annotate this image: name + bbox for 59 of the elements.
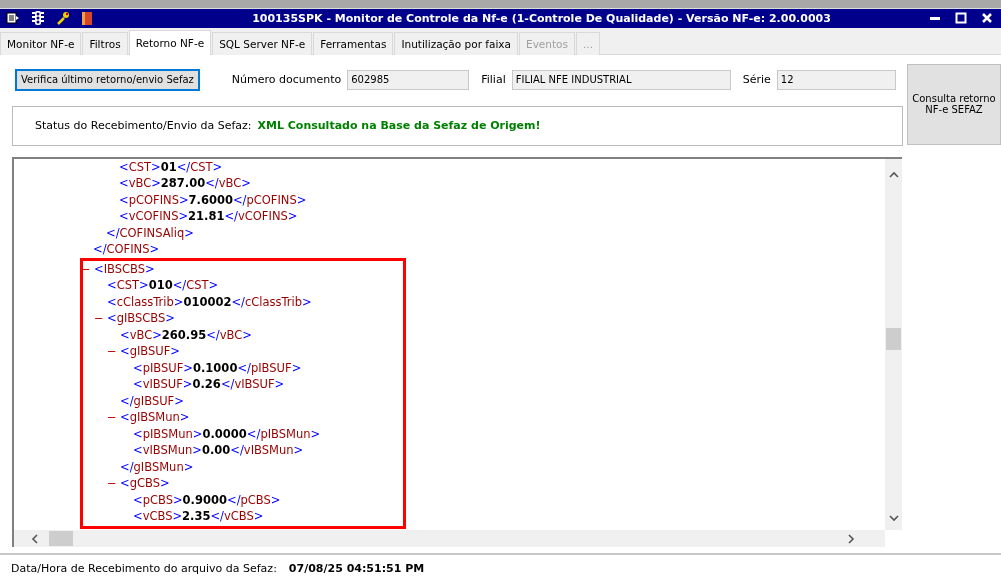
- tab[interactable]: Monitor NF-e: [0, 31, 82, 55]
- xml-line: <vIBSUF>0.26</vIBSUF>: [133, 376, 285, 393]
- vertical-scrollbar[interactable]: [885, 158, 902, 531]
- close-icon[interactable]: [981, 12, 993, 25]
- xml-line: <pIBSMun>0.0000</pIBSMun>: [133, 425, 321, 443]
- xml-line: </gIBSUF>: [120, 392, 184, 410]
- xml-line: </gIBSMun>: [120, 458, 194, 476]
- status-label: Status do Recebimento/Envio da Sefaz:: [35, 119, 252, 133]
- window-title: 100135SPK - Monitor de Controle da Nf-e (1-Controle De Qualidade) - Versão NF-e: 2.00.0003: [251, 11, 832, 25]
- xml-line: <pCOFINS>7.6000</pCOFINS>: [119, 191, 307, 209]
- tab[interactable]: Ferramentas: [313, 31, 394, 55]
- scroll-thumb[interactable]: [49, 531, 73, 547]
- footer-label: Data/Hora de Recebimento do arquivo da Sefaz:: [11, 561, 277, 575]
- xml-line: <IBSCBS>: [94, 260, 155, 278]
- wrench-icon[interactable]: [56, 11, 70, 26]
- xml-line: <CST>010</CST>: [107, 277, 219, 294]
- input-field[interactable]: 602985: [347, 69, 470, 90]
- input-field[interactable]: 12: [776, 69, 896, 90]
- maximize-icon[interactable]: [955, 12, 967, 25]
- collapse-toggle[interactable]: −: [107, 343, 120, 360]
- xml-line: <vIBSMun>0.00</vIBSMun>: [133, 442, 304, 459]
- verify-button[interactable]: Verifica último retorno/envio Sefaz: [15, 68, 200, 91]
- xml-line: <vBC>260.95</vBC>: [120, 326, 252, 344]
- xml-line: <vBC>287.00</vBC>: [119, 175, 251, 192]
- input-field[interactable]: FILIAL NFE INDUSTRIAL: [511, 69, 731, 90]
- xml-line: <vCOFINS>21.81</vCOFINS>: [119, 208, 298, 225]
- chevron-up-icon[interactable]: [888, 170, 899, 179]
- xml-line: </COFINS>: [93, 241, 160, 258]
- xml-line: <gIBSCBS>: [107, 310, 175, 327]
- xml-line: <gIBSUF>: [120, 343, 180, 360]
- xml-line: <CST>01</CST>: [119, 158, 223, 176]
- xml-line: </COFINSAliq>: [106, 224, 194, 242]
- xml-line: <pIBSUF>0.1000</pIBSUF>: [133, 359, 302, 377]
- xml-line: <gIBSMun>: [120, 409, 190, 426]
- chevron-down-icon[interactable]: [888, 514, 899, 523]
- xml-line: <pCBS>0.9000</pCBS>: [133, 491, 281, 509]
- footer-value: 07/08/25 04:51:51 PM: [288, 561, 425, 575]
- tab[interactable]: Filtros: [82, 31, 128, 55]
- tab[interactable]: SQL Server NF-e: [212, 31, 313, 55]
- chevron-right-icon[interactable]: [847, 533, 855, 544]
- collapse-toggle[interactable]: −: [94, 310, 107, 327]
- book-icon[interactable]: [80, 10, 94, 26]
- field-label: Série: [742, 73, 771, 87]
- consult-button[interactable]: Consulta retorno NF-e SEFAZ: [907, 63, 1001, 145]
- status-message: XML Consultado na Base da Sefaz de Origem!: [257, 119, 541, 133]
- field-label: Filial: [481, 73, 506, 87]
- horizontal-scrollbar[interactable]: [14, 530, 885, 548]
- chevron-left-icon[interactable]: [31, 533, 39, 544]
- traffic-light-icon[interactable]: [30, 10, 46, 27]
- xml-line: <cClassTrib>010002</cClassTrib>: [107, 293, 312, 311]
- collapse-toggle[interactable]: −: [81, 260, 94, 278]
- collapse-toggle[interactable]: −: [107, 475, 120, 492]
- collapse-toggle[interactable]: −: [107, 409, 120, 426]
- tab[interactable]: Inutilização por faixa: [394, 31, 518, 55]
- tab[interactable]: Retorno NF-e: [128, 29, 212, 55]
- xml-line: <gCBS>: [120, 475, 170, 492]
- xml-line: <vCBS>2.35</vCBS>: [133, 508, 264, 525]
- field-label: Número documento: [231, 73, 342, 87]
- scroll-thumb[interactable]: [886, 327, 901, 350]
